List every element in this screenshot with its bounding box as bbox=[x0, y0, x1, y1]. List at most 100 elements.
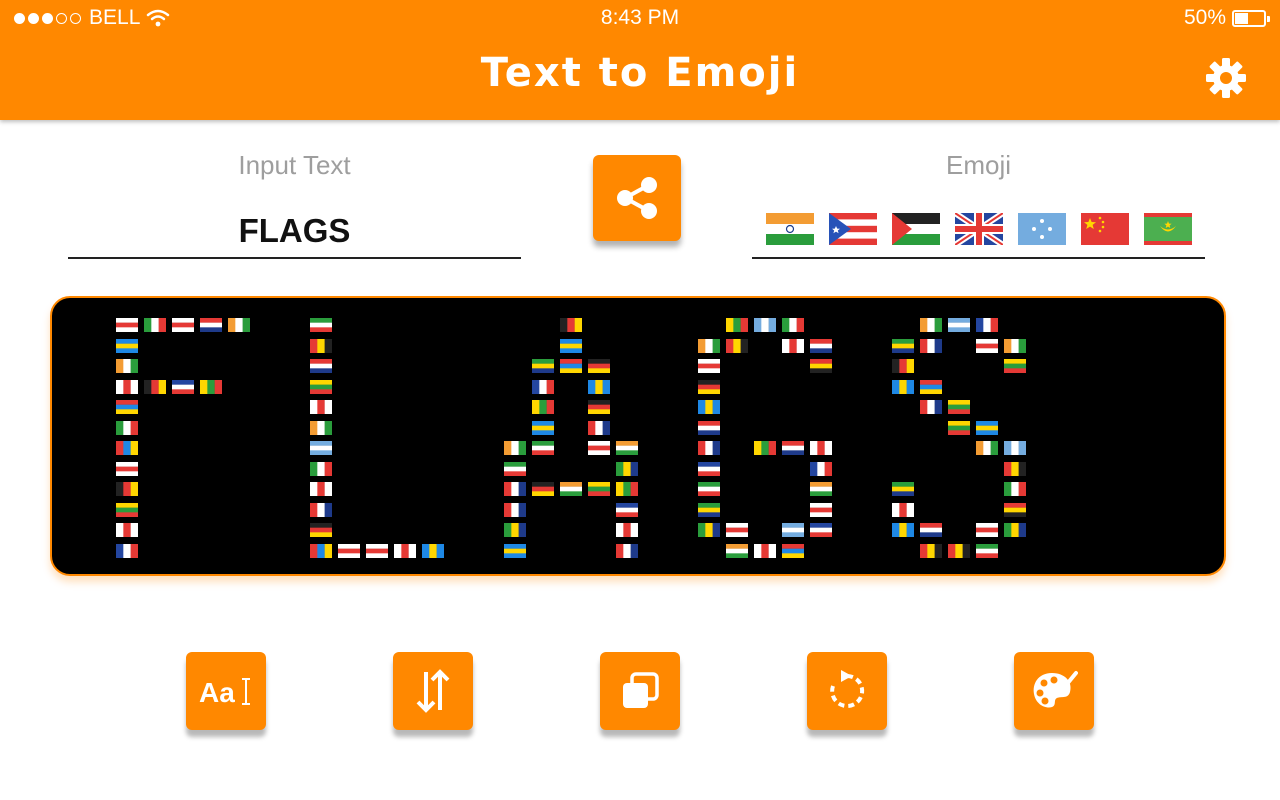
flag-cell-icon bbox=[726, 523, 748, 537]
flag-cell-icon bbox=[892, 482, 914, 496]
font-button[interactable]: Aa bbox=[186, 652, 266, 730]
sort-button[interactable] bbox=[393, 652, 473, 730]
flag-cell-icon bbox=[144, 318, 166, 332]
flag-cell-icon bbox=[588, 482, 610, 496]
share-button[interactable] bbox=[593, 155, 681, 241]
flag-cell-icon bbox=[754, 441, 776, 455]
flag-cell-icon bbox=[698, 400, 720, 414]
flag-cell-icon bbox=[698, 379, 720, 394]
flag-cell-icon bbox=[948, 420, 970, 435]
flag-cell-icon bbox=[116, 338, 138, 353]
gear-icon[interactable] bbox=[1204, 56, 1248, 100]
flag-cell-icon bbox=[116, 502, 138, 517]
flag-cell-icon bbox=[782, 441, 804, 455]
palette-icon bbox=[1033, 671, 1078, 708]
flag-cell-icon bbox=[920, 318, 942, 332]
status-time: 8:43 PM bbox=[600, 6, 680, 29]
flag-cell-icon bbox=[366, 543, 388, 558]
palestine-flag-icon bbox=[891, 213, 940, 245]
flag-cell-icon bbox=[228, 318, 250, 332]
flag-cell-icon bbox=[920, 543, 942, 558]
united-kingdom-flag-icon bbox=[954, 213, 1003, 245]
duplicate-button[interactable] bbox=[600, 652, 680, 730]
flag-cell-icon bbox=[116, 400, 138, 414]
india-flag-icon bbox=[765, 213, 814, 245]
flag-cell-icon bbox=[726, 338, 748, 353]
flag-cell-icon bbox=[782, 338, 804, 353]
flag-cell-icon bbox=[200, 379, 222, 394]
input-text-label: Input Text bbox=[238, 150, 351, 180]
flag-cell-icon bbox=[892, 523, 914, 537]
flag-cell-icon bbox=[976, 420, 998, 435]
flag-cell-icon bbox=[920, 523, 942, 537]
refresh-button[interactable] bbox=[807, 652, 887, 730]
flag-cell-icon bbox=[200, 318, 222, 332]
duplicate-icon bbox=[623, 672, 659, 708]
flag-cell-icon bbox=[504, 441, 526, 455]
svg-text:Aa: Aa bbox=[199, 677, 235, 708]
flag-cell-icon bbox=[698, 461, 720, 476]
flag-cell-icon bbox=[754, 543, 776, 558]
flag-cell-icon bbox=[310, 543, 332, 558]
flag-cell-icon bbox=[1004, 461, 1026, 476]
flag-cell-icon bbox=[698, 441, 720, 455]
flag-cell-icon bbox=[782, 523, 804, 537]
flag-cell-icon bbox=[810, 441, 832, 455]
flag-cell-icon bbox=[810, 502, 832, 517]
flag-cell-icon bbox=[1004, 359, 1026, 373]
flag-cell-icon bbox=[892, 379, 914, 394]
refresh-icon bbox=[830, 670, 865, 708]
flag-cell-icon bbox=[920, 400, 942, 414]
flag-cell-icon bbox=[310, 359, 332, 373]
flag-cell-icon bbox=[338, 543, 360, 558]
flag-cell-icon bbox=[976, 318, 998, 332]
flag-cell-icon bbox=[116, 359, 138, 373]
battery-percent: 50% bbox=[1183, 6, 1226, 29]
flag-cell-icon bbox=[698, 359, 720, 373]
text-input[interactable] bbox=[68, 205, 521, 259]
flag-cell-icon bbox=[976, 441, 998, 455]
micronesia-flag-icon bbox=[1017, 213, 1066, 245]
flag-cell-icon bbox=[116, 379, 138, 394]
flag-cell-icon bbox=[116, 441, 138, 455]
flag-cell-icon bbox=[976, 543, 998, 558]
flag-cell-icon bbox=[1004, 502, 1026, 517]
flag-cell-icon bbox=[116, 318, 138, 332]
flag-cell-icon bbox=[532, 359, 554, 373]
battery-icon bbox=[1232, 9, 1270, 27]
flag-cell-icon bbox=[310, 338, 332, 353]
flag-cell-icon bbox=[616, 441, 638, 455]
flag-cell-icon bbox=[754, 318, 776, 332]
flag-cell-icon bbox=[726, 318, 748, 332]
page-title: Text to Emoji bbox=[480, 50, 800, 96]
flag-cell-icon bbox=[588, 379, 610, 394]
flag-cell-icon bbox=[172, 318, 194, 332]
china-flag-icon bbox=[1080, 213, 1129, 245]
flag-cell-icon bbox=[810, 461, 832, 476]
flag-cell-icon bbox=[588, 420, 610, 435]
flag-cell-icon bbox=[532, 379, 554, 394]
flag-cell-icon bbox=[588, 400, 610, 414]
flag-cell-icon bbox=[504, 543, 526, 558]
flag-cell-icon bbox=[976, 338, 998, 353]
flag-cell-icon bbox=[560, 482, 582, 496]
flag-cell-icon bbox=[1004, 441, 1026, 455]
emoji-output bbox=[752, 205, 1205, 259]
font-icon: Aa bbox=[199, 677, 250, 708]
mauritania-flag-icon bbox=[1143, 213, 1192, 245]
flag-cell-icon bbox=[310, 400, 332, 414]
flag-cell-icon bbox=[310, 523, 332, 537]
flag-cell-icon bbox=[532, 400, 554, 414]
flag-cell-icon bbox=[810, 482, 832, 496]
app-header: BELL 8:43 PM 50% Text to Emoji bbox=[0, 0, 1280, 120]
flag-cell-icon bbox=[310, 318, 332, 332]
flag-cell-icon bbox=[422, 543, 444, 558]
flag-cell-icon bbox=[310, 420, 332, 435]
flag-cell-icon bbox=[616, 502, 638, 517]
flag-cell-icon bbox=[810, 359, 832, 373]
palette-button[interactable] bbox=[1014, 652, 1094, 730]
share-icon bbox=[617, 177, 657, 219]
flag-cell-icon bbox=[698, 420, 720, 435]
flag-cell-icon bbox=[948, 543, 970, 558]
flag-cell-icon bbox=[504, 502, 526, 517]
